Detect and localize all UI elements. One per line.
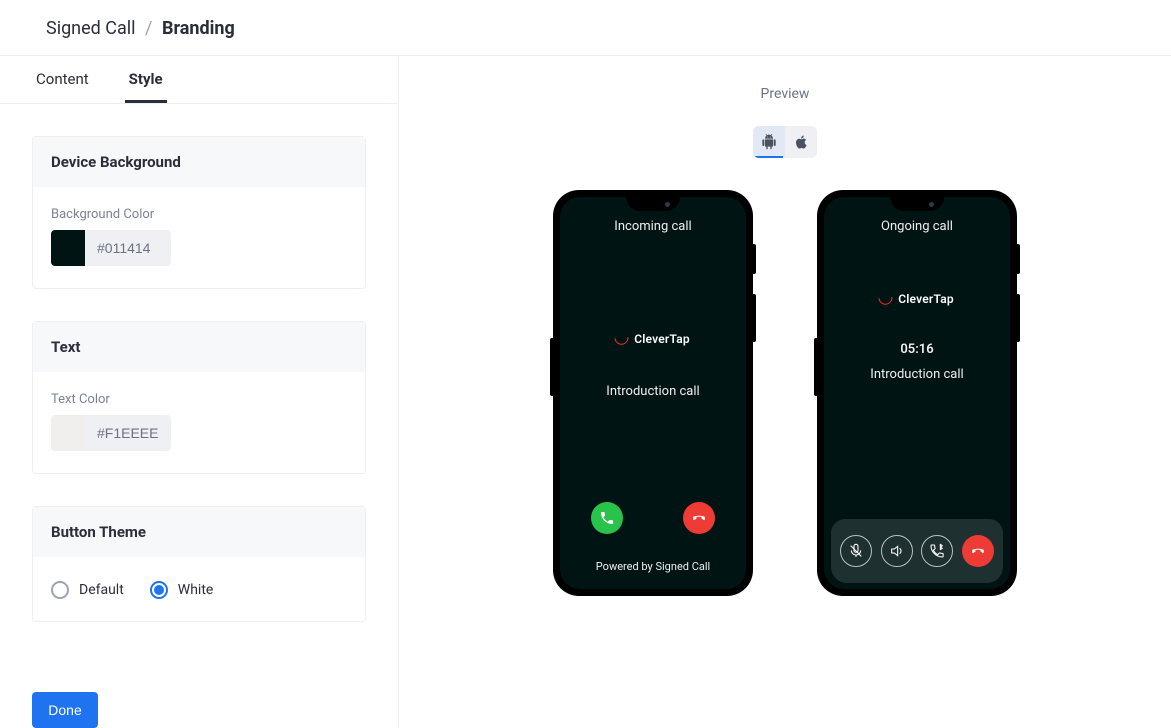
radio-default[interactable]: Default [51,581,124,599]
breadcrumb-separator: / [145,18,152,39]
tabs: Content Style [0,56,398,104]
ongoing-screen: Ongoing call CleverTap 05:16 Introductio… [824,197,1010,589]
apple-icon [793,134,809,150]
ongoing-context: Introduction call [870,367,963,382]
phone-icon [599,510,615,526]
brand-name: CleverTap [898,292,954,306]
phone-hangup-icon [690,509,708,527]
text-color-swatch[interactable] [51,415,85,451]
incoming-context: Introduction call [606,384,699,399]
bluetooth-button[interactable] [921,535,953,567]
ongoing-status: Ongoing call [881,219,953,234]
call-controls-tray [831,519,1003,583]
end-call-button[interactable] [962,535,994,567]
breadcrumb: Signed Call / Branding [0,0,1171,56]
card-header: Text [33,322,365,372]
radio-label: Default [79,582,124,598]
ios-toggle[interactable] [785,126,817,158]
breadcrumb-leaf: Branding [162,18,235,39]
radio-indicator [51,581,69,599]
clevertap-arc-icon [612,328,632,348]
incoming-status: Incoming call [614,219,691,234]
field-label: Background Color [51,207,347,222]
breadcrumb-parent[interactable]: Signed Call [46,18,136,39]
android-icon [761,134,777,150]
card-button-theme: Button Theme Default White [32,506,366,622]
tab-style[interactable]: Style [125,56,167,103]
decline-button[interactable] [683,502,715,534]
phone-hangup-icon [969,542,987,560]
background-color-input[interactable] [85,230,171,266]
incoming-screen: Incoming call CleverTap Introduction cal… [560,197,746,589]
mic-off-icon [848,543,864,559]
notch [626,197,680,211]
clevertap-arc-icon [876,288,896,308]
powered-by-label: Powered by Signed Call [596,544,710,589]
brand-logo: CleverTap [616,330,690,348]
tab-content[interactable]: Content [32,56,93,103]
brand-name: CleverTap [634,332,690,346]
radio-indicator [150,581,168,599]
mute-button[interactable] [840,535,872,567]
phone-incoming: Incoming call CleverTap Introduction cal… [553,190,753,596]
speaker-icon [889,543,905,559]
android-toggle[interactable] [753,126,785,158]
brand-logo: CleverTap [880,290,954,308]
radio-label: White [178,582,214,598]
notch [890,197,944,211]
card-header: Button Theme [33,507,365,557]
speaker-button[interactable] [881,535,913,567]
radio-white[interactable]: White [150,581,214,599]
preview-label: Preview [761,86,810,102]
text-color-input[interactable] [85,415,171,451]
card-device-background: Device Background Background Color [32,136,366,289]
card-header: Device Background [33,137,365,187]
call-timer: 05:16 [900,342,933,357]
field-label: Text Color [51,392,347,407]
answer-button[interactable] [591,502,623,534]
phone-ongoing: Ongoing call CleverTap 05:16 Introductio… [817,190,1017,596]
os-switch [753,126,817,158]
phone-bluetooth-icon [929,543,945,559]
background-color-swatch[interactable] [51,230,85,266]
card-text: Text Text Color [32,321,366,474]
done-button[interactable]: Done [32,692,98,728]
